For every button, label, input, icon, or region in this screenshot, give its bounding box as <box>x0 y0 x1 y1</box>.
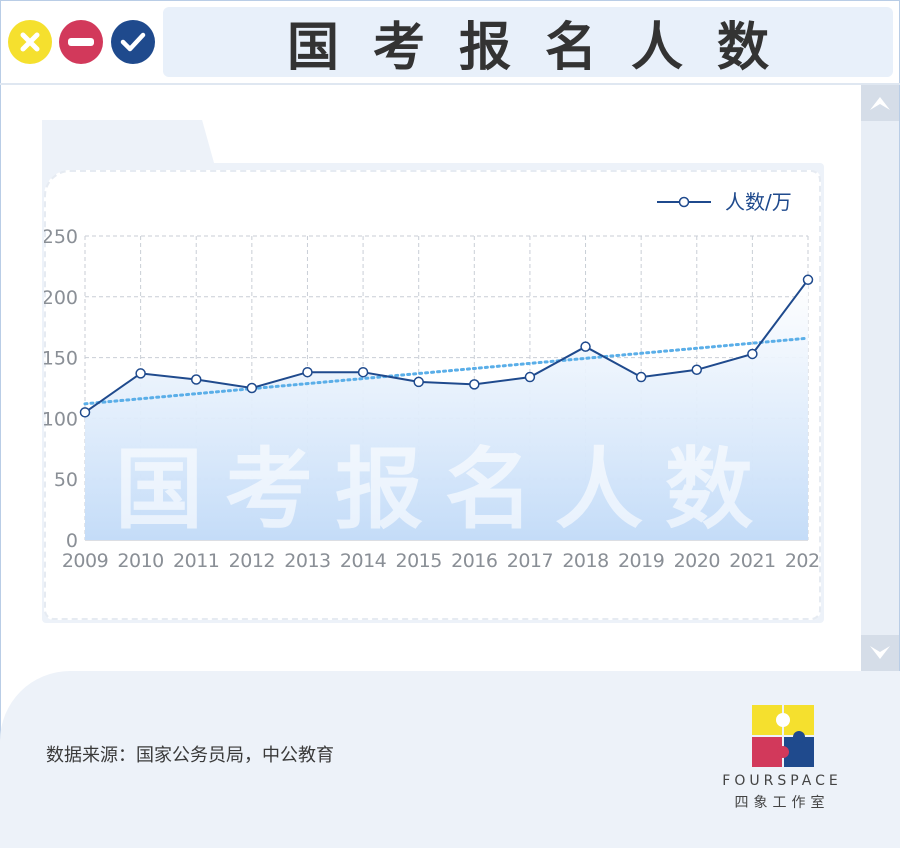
data-point <box>246 382 258 394</box>
close-button[interactable] <box>8 20 52 64</box>
x-tick-label: 2015 <box>396 550 442 572</box>
x-tick-label: 2011 <box>173 550 219 572</box>
page-title: 国考报名人数 <box>286 17 803 78</box>
data-point <box>580 341 591 352</box>
x-tick-label: 2022 <box>785 550 821 572</box>
brand-name-zh: 四象工作室 <box>734 795 830 811</box>
data-point <box>357 366 369 378</box>
x-tick-label: 2016 <box>451 550 497 572</box>
x-tick-label: 2009 <box>62 550 108 572</box>
y-tick-label: 250 <box>44 226 78 248</box>
y-tick-label: 0 <box>66 530 78 552</box>
data-point <box>413 376 424 388</box>
legend-label: 人数/万 <box>725 190 792 214</box>
data-point <box>302 366 313 378</box>
close-icon <box>20 32 40 52</box>
x-tick-label: 2019 <box>618 550 664 572</box>
check-icon <box>120 32 146 52</box>
data-point <box>469 379 480 390</box>
x-tick-label: 2017 <box>507 550 553 572</box>
scrollbar-track[interactable] <box>861 85 899 671</box>
data-point <box>802 274 814 286</box>
y-tick-label: 100 <box>44 408 78 430</box>
y-tick-label: 200 <box>44 287 78 309</box>
x-tick-label: 2013 <box>284 550 330 572</box>
chart-card: 国考报名人数 0 50 100 150 200 250 2009 2010 2011 2012 20… <box>44 170 821 620</box>
data-point <box>524 371 536 383</box>
x-tick-label: 2014 <box>340 550 387 572</box>
x-tick-label: 2018 <box>562 550 608 572</box>
scroll-up-button[interactable] <box>861 85 899 121</box>
fourspace-logo-icon <box>752 705 814 767</box>
scroll-down-button[interactable] <box>861 635 899 671</box>
confirm-button[interactable] <box>111 20 155 64</box>
legend-marker <box>678 196 690 208</box>
x-tick-label: 2012 <box>229 550 275 572</box>
x-tick-label: 2020 <box>674 550 720 572</box>
legend: 人数/万 <box>657 190 792 214</box>
data-point <box>691 364 703 376</box>
data-point <box>135 368 146 379</box>
data-point <box>747 348 758 360</box>
watermark-text: 国考报名人数 <box>115 438 775 541</box>
minimize-icon <box>68 38 94 46</box>
brand-name-en: FOURSPACE <box>722 773 842 789</box>
x-tick-label: 2021 <box>729 550 775 572</box>
data-point <box>79 407 91 418</box>
source-note: 数据来源：国家公务员局，中公教育 <box>46 745 334 766</box>
y-tick-label: 50 <box>54 469 78 491</box>
header-divider <box>0 83 900 85</box>
minimize-button[interactable] <box>59 20 103 64</box>
chevron-down-icon <box>870 646 890 659</box>
line-chart: 国考报名人数 0 50 100 150 200 250 2009 2010 2011 2012 20… <box>44 190 821 572</box>
y-tick-label: 150 <box>44 348 78 370</box>
data-point <box>635 371 647 383</box>
chevron-up-icon <box>870 97 890 110</box>
title-bar: 国考报名人数 <box>163 7 893 78</box>
data-point <box>190 374 202 385</box>
x-tick-label: 2010 <box>117 550 163 572</box>
